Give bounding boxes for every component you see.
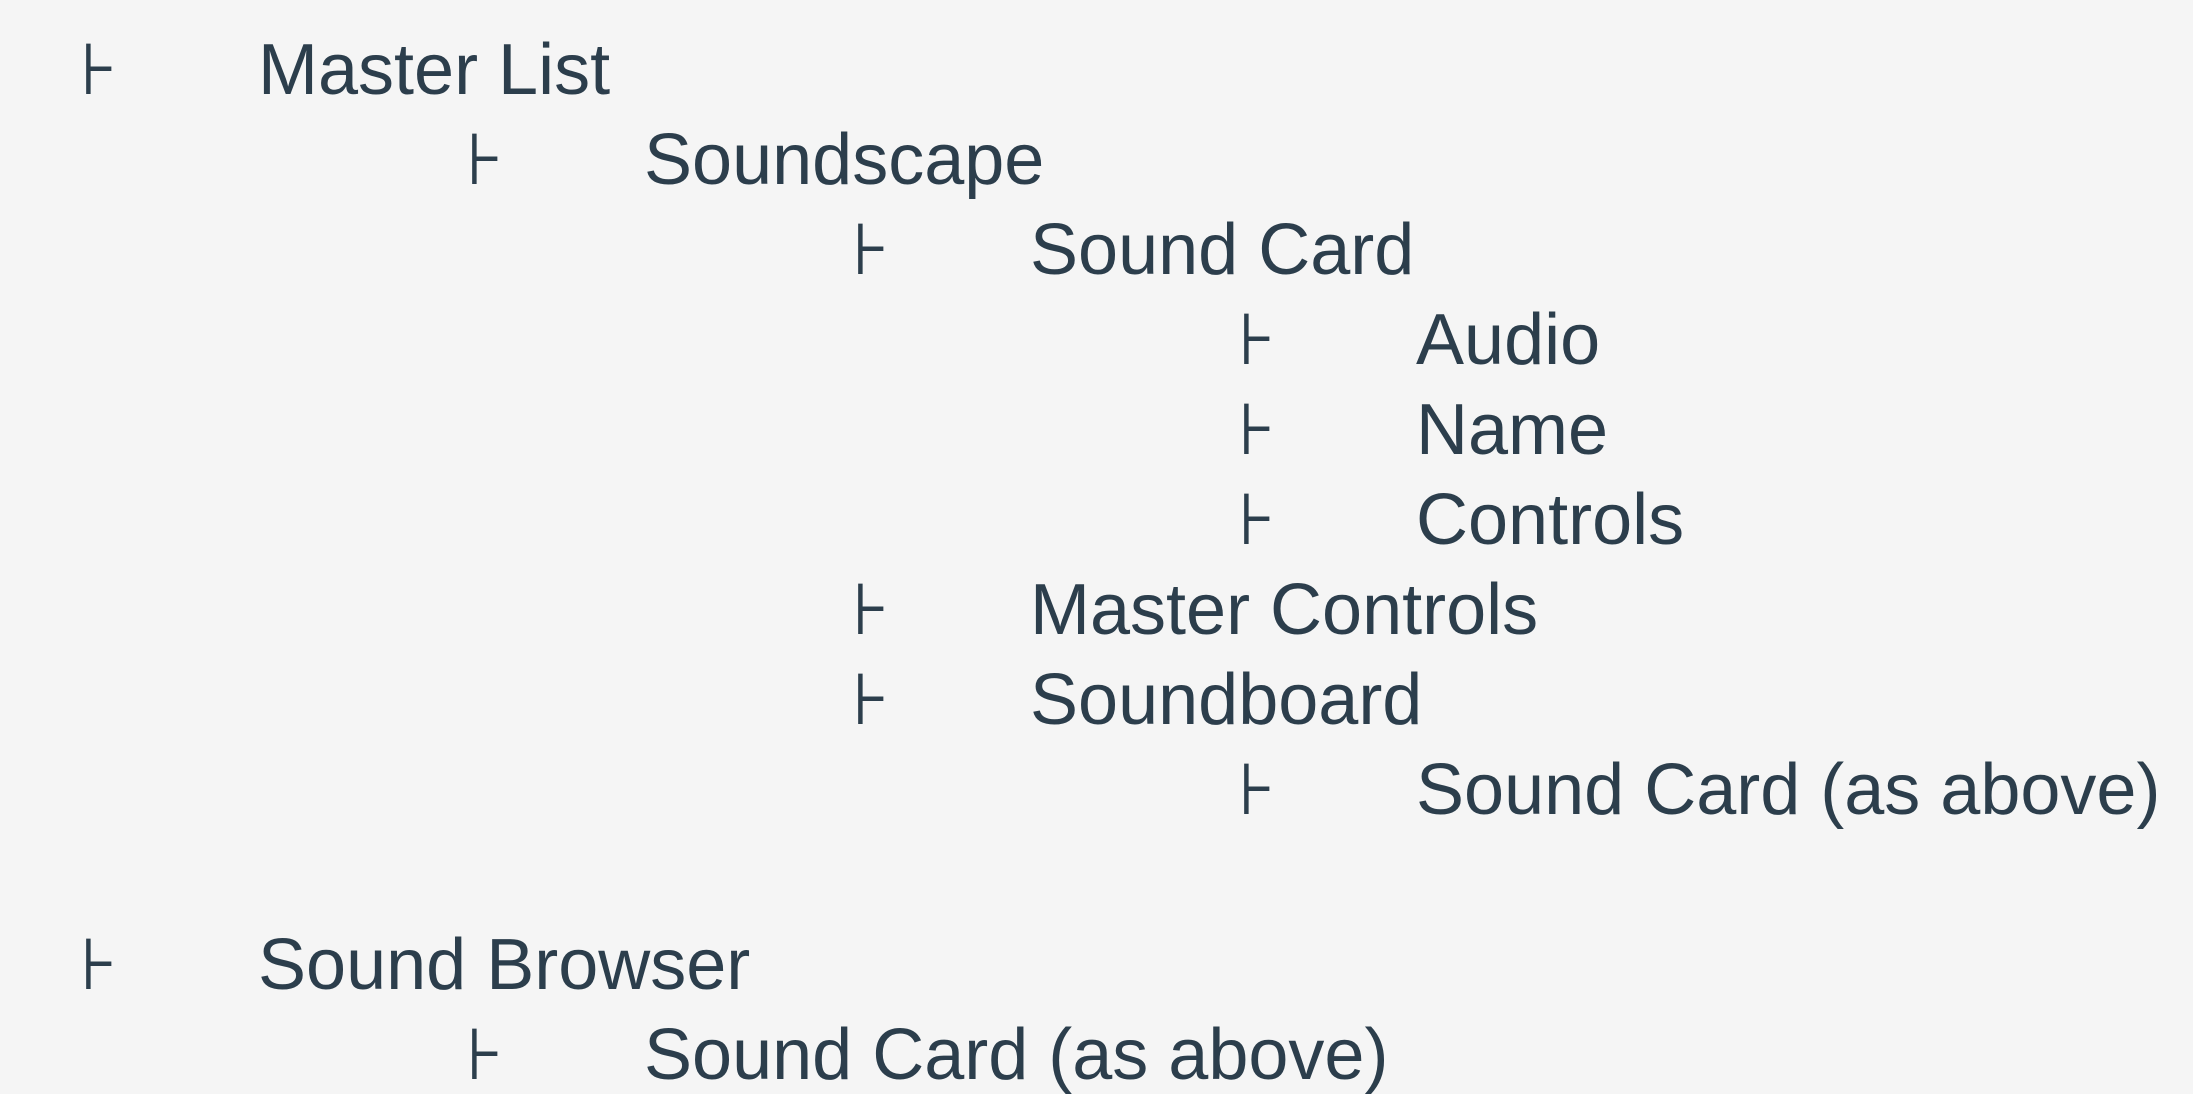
- tree-item-label: Controls: [1416, 480, 1685, 560]
- tree-item-label: Sound Card (as above): [644, 1015, 1389, 1094]
- tree-item-label: Master List: [258, 30, 611, 110]
- tree-item: ⊦ Soundscape: [0, 115, 2193, 205]
- outline-tree: ⊦ Master List ⊦ Soundscape ⊦ Sound Card ⊦ Audio…: [0, 0, 2193, 1094]
- tree-item-label: Name: [1416, 390, 1609, 470]
- tree-item: ⊦ Name: [0, 385, 2193, 475]
- tree-branch-icon: ⊦: [1238, 480, 1276, 560]
- tree-branch-icon: ⊦: [852, 210, 890, 290]
- tree-branch-icon: ⊦: [852, 660, 890, 740]
- tree-branch-icon: ⊦: [466, 120, 504, 200]
- tree-item: ⊦ Sound Browser: [0, 920, 2193, 1010]
- tree-item: ⊦ Sound Card (as above): [0, 745, 2193, 835]
- tree-branch-icon: ⊦: [80, 925, 118, 1005]
- tree-item-label: Audio: [1416, 300, 1601, 380]
- tree-item-label: Sound Browser: [258, 925, 751, 1005]
- tree-branch-icon: ⊦: [466, 1015, 504, 1094]
- tree-item: ⊦ Audio: [0, 295, 2193, 385]
- tree-item-label: Sound Card (as above): [1416, 750, 2161, 830]
- tree-item-label: Soundboard: [1030, 660, 1423, 740]
- tree-branch-icon: ⊦: [1238, 750, 1276, 830]
- tree-item: ⊦ Master List: [0, 25, 2193, 115]
- tree-item: ⊦ Controls: [0, 475, 2193, 565]
- tree-branch-icon: ⊦: [1238, 390, 1276, 470]
- tree-branch-icon: ⊦: [80, 30, 118, 110]
- tree-item: ⊦ Master Controls: [0, 565, 2193, 655]
- tree-item-label: Master Controls: [1030, 570, 1539, 650]
- tree-branch-icon: ⊦: [1238, 300, 1276, 380]
- tree-item: ⊦ Sound Card: [0, 205, 2193, 295]
- tree-item: ⊦ Sound Card (as above): [0, 1010, 2193, 1094]
- tree-item-label: Sound Card: [1030, 210, 1415, 290]
- tree-item: ⊦ Soundboard: [0, 655, 2193, 745]
- tree-item-label: Soundscape: [644, 120, 1045, 200]
- tree-branch-icon: ⊦: [852, 570, 890, 650]
